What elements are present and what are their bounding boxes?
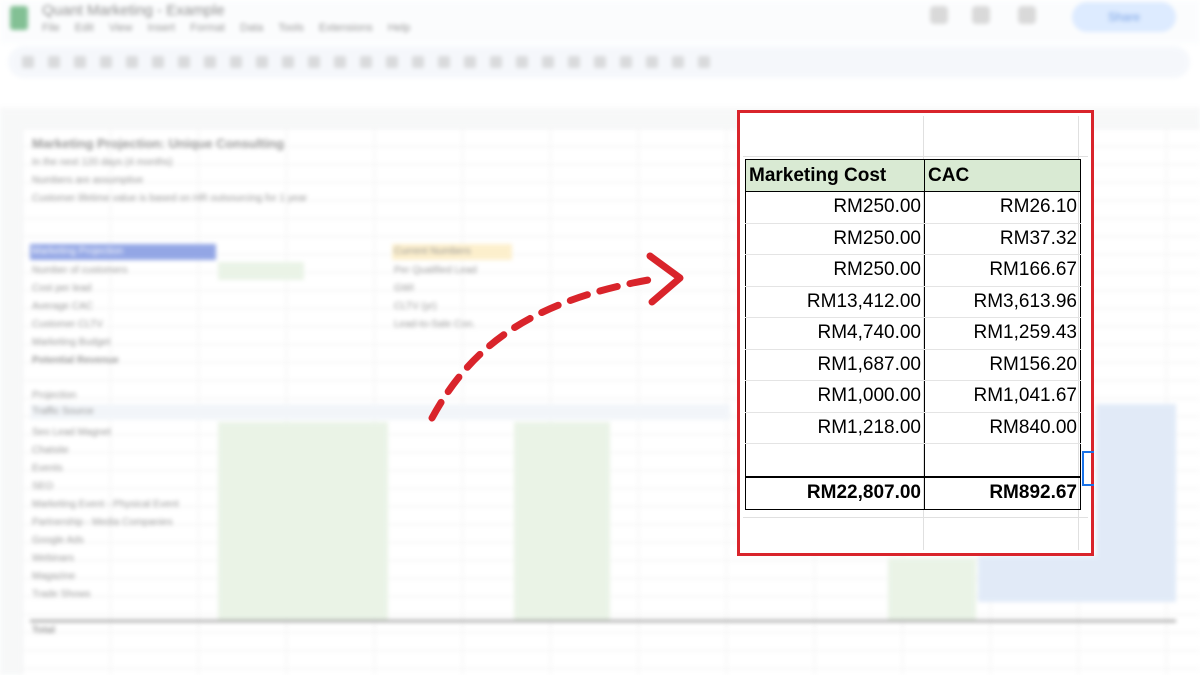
marketing-cost-cell[interactable]: RM4,740.00 <box>745 317 925 350</box>
marketing-cost-cell[interactable]: RM1,687.00 <box>745 349 925 381</box>
marketing-cost-cell[interactable]: RM250.00 <box>745 191 925 224</box>
cac-cell[interactable] <box>924 443 1081 477</box>
table-row: RM13,412.00 RM3,613.96 <box>745 286 1081 318</box>
table-row: RM250.00 RM26.10 <box>745 191 1081 224</box>
table-row: RM1,687.00 RM156.20 <box>745 349 1081 381</box>
cac-cell[interactable]: RM1,041.67 <box>924 380 1081 413</box>
gridline <box>743 517 1088 518</box>
table-row <box>745 443 1081 477</box>
cac-cell[interactable]: RM840.00 <box>924 412 1081 444</box>
cac-cell[interactable]: RM3,613.96 <box>924 286 1081 318</box>
table-row: RM1,000.00 RM1,041.67 <box>745 380 1081 413</box>
marketing-cost-cell[interactable]: RM1,218.00 <box>745 412 925 444</box>
cac-cell[interactable]: RM1,259.43 <box>924 317 1081 350</box>
table-row: RM1,218.00 RM840.00 <box>745 412 1081 444</box>
marketing-cost-cell[interactable]: RM250.00 <box>745 254 925 287</box>
marketing-cost-cell[interactable]: RM1,000.00 <box>745 380 925 413</box>
marketing-cost-cell[interactable] <box>745 443 925 477</box>
cac-cell[interactable]: RM37.32 <box>924 223 1081 255</box>
table-row: RM4,740.00 RM1,259.43 <box>745 317 1081 350</box>
header-marketing-cost[interactable]: Marketing Cost <box>745 159 925 192</box>
highlight-box: Marketing Cost CAC RM250.00 RM26.10 RM25… <box>737 110 1094 556</box>
cell-selection-cursor[interactable] <box>1082 451 1094 486</box>
total-cac-cell[interactable]: RM892.67 <box>924 475 1081 510</box>
total-marketing-cost-cell[interactable]: RM22,807.00 <box>745 475 925 510</box>
gridline <box>743 156 1088 157</box>
header-cac[interactable]: CAC <box>924 159 1081 192</box>
marketing-cost-cell[interactable]: RM13,412.00 <box>745 286 925 318</box>
table-row: RM250.00 RM166.67 <box>745 254 1081 287</box>
marketing-cost-cell[interactable]: RM250.00 <box>745 223 925 255</box>
marketing-cost-table: Marketing Cost CAC RM250.00 RM26.10 RM25… <box>745 159 1081 510</box>
zoomed-sheet: Marketing Cost CAC RM250.00 RM26.10 RM25… <box>743 116 1094 550</box>
cac-cell[interactable]: RM26.10 <box>924 191 1081 224</box>
table-total-row: RM22,807.00 RM892.67 <box>745 475 1081 510</box>
cac-cell[interactable]: RM166.67 <box>924 254 1081 287</box>
table-row: RM250.00 RM37.32 <box>745 223 1081 255</box>
cac-cell[interactable]: RM156.20 <box>924 349 1081 381</box>
table-header-row: Marketing Cost CAC <box>745 159 1081 192</box>
